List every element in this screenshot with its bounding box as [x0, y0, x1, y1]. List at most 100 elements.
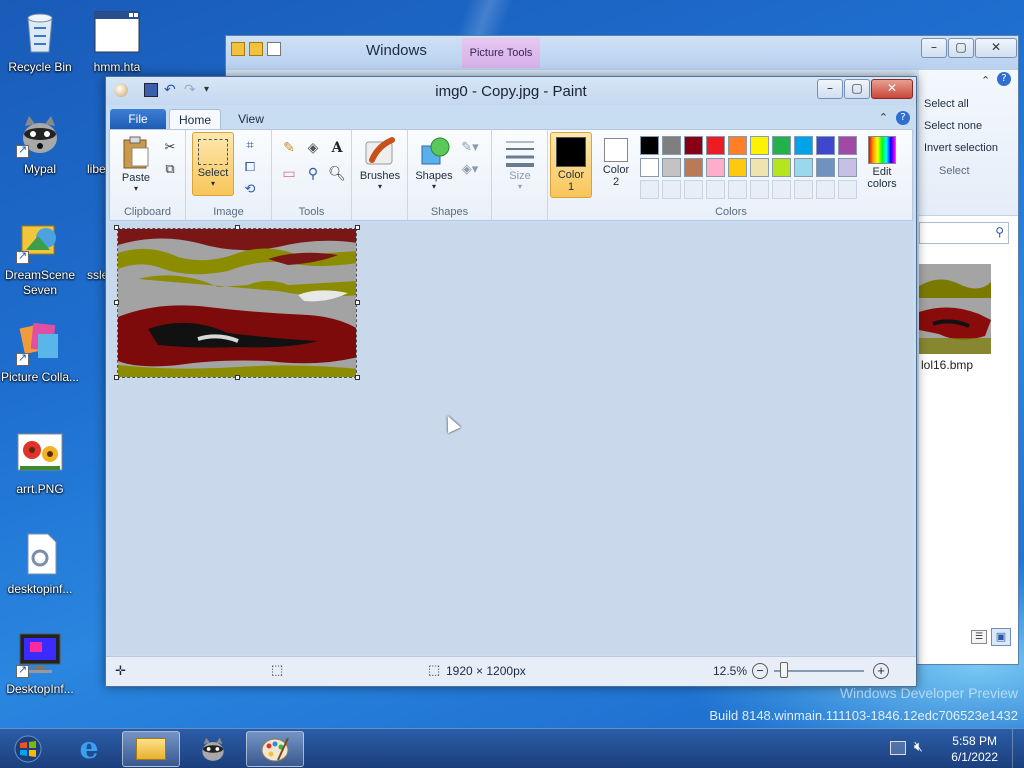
new-document-icon[interactable]	[267, 42, 281, 56]
folder-icon[interactable]	[231, 42, 245, 56]
palette-color-swatch[interactable]	[750, 136, 769, 155]
select-none-button[interactable]: Select none	[924, 120, 982, 132]
palette-custom-slot[interactable]	[772, 180, 791, 199]
palette-color-swatch[interactable]	[838, 158, 857, 177]
show-desktop-button[interactable]	[1012, 729, 1024, 768]
selection-handle-e[interactable]	[355, 300, 360, 305]
desktop-icon-hmm-hta[interactable]: hmm.hta	[77, 8, 157, 75]
selection-handle-n[interactable]	[235, 225, 240, 230]
cut-icon[interactable]: ✂	[160, 138, 180, 156]
thumbnail-lol16[interactable]	[919, 264, 991, 354]
color2-button[interactable]: Color 2	[596, 132, 636, 188]
palette-custom-slot[interactable]	[684, 180, 703, 199]
picture-tools-context-tab[interactable]: Picture Tools	[462, 38, 540, 68]
paste-dropdown-icon[interactable]: ▾	[116, 184, 156, 193]
palette-color-swatch[interactable]	[706, 136, 725, 155]
explorer-close-button[interactable]: ✕	[975, 38, 1017, 58]
shapes-dropdown-icon[interactable]: ▾	[412, 182, 456, 191]
desktop-icon-ssle[interactable]: ssle	[78, 216, 106, 283]
minimize-ribbon-icon[interactable]: ⌃	[879, 111, 888, 125]
brushes-button[interactable]: Brushes ▾	[356, 136, 404, 191]
taskbar-mypal[interactable]	[184, 731, 242, 767]
palette-color-swatch[interactable]	[640, 158, 659, 177]
canvas-image[interactable]	[117, 228, 357, 378]
select-dropdown-icon[interactable]: ▾	[193, 179, 233, 188]
desktop-icon-desktopinf-shortcut[interactable]: DesktopInf...	[0, 630, 80, 697]
paint-titlebar[interactable]: ↶ ↷ ▾ img0 - Copy.jpg - Paint – ▢ ✕	[106, 77, 916, 105]
desktop-icon-recycle-bin[interactable]: Recycle Bin	[0, 8, 80, 75]
large-icons-view-icon[interactable]: ▣	[991, 628, 1011, 646]
system-clock[interactable]: 5:58 PM 6/1/2022	[951, 733, 998, 765]
start-button[interactable]	[2, 731, 54, 767]
palette-custom-slot[interactable]	[794, 180, 813, 199]
explorer-search-box[interactable]: ⚲	[919, 222, 1009, 244]
palette-custom-slot[interactable]	[728, 180, 747, 199]
selection-handle-nw[interactable]	[114, 225, 119, 230]
fill-icon[interactable]: ◈	[302, 138, 324, 158]
help-icon[interactable]: ?	[997, 72, 1011, 86]
palette-color-swatch[interactable]	[794, 158, 813, 177]
ribbon-collapse-icon[interactable]: ⌃	[981, 74, 990, 87]
palette-color-swatch[interactable]	[662, 136, 681, 155]
palette-color-swatch[interactable]	[706, 158, 725, 177]
invert-selection-button[interactable]: Invert selection	[924, 142, 998, 154]
text-icon[interactable]: A	[326, 138, 348, 158]
palette-color-swatch[interactable]	[728, 158, 747, 177]
outline-icon[interactable]: ✎▾	[460, 138, 480, 156]
palette-color-swatch[interactable]	[750, 158, 769, 177]
network-icon[interactable]	[890, 741, 906, 755]
palette-color-swatch[interactable]	[794, 136, 813, 155]
palette-color-swatch[interactable]	[838, 136, 857, 155]
select-button[interactable]: Select ▾	[192, 132, 234, 196]
taskbar-internet-explorer[interactable]: e	[60, 731, 118, 767]
tab-file[interactable]: File	[110, 109, 166, 129]
paste-button[interactable]: Paste ▾	[116, 136, 156, 193]
brushes-dropdown-icon[interactable]: ▾	[356, 182, 404, 191]
desktop-icon-dreamscene[interactable]: DreamScene Seven	[0, 216, 80, 298]
palette-color-swatch[interactable]	[684, 136, 703, 155]
pencil-icon[interactable]: ✎	[278, 138, 300, 158]
selection-handle-s[interactable]	[235, 375, 240, 380]
paint-maximize-button[interactable]: ▢	[844, 79, 870, 99]
details-view-icon[interactable]: ☰	[971, 630, 987, 644]
palette-custom-slot[interactable]	[750, 180, 769, 199]
palette-custom-slot[interactable]	[662, 180, 681, 199]
help-icon[interactable]: ?	[896, 111, 910, 125]
edit-colors-button[interactable]: Edit colors	[860, 136, 904, 190]
taskbar-paint[interactable]	[246, 731, 304, 767]
taskbar-file-explorer[interactable]	[122, 731, 180, 767]
palette-color-swatch[interactable]	[772, 136, 791, 155]
palette-color-swatch[interactable]	[662, 158, 681, 177]
tab-view[interactable]: View	[226, 109, 276, 129]
paint-minimize-button[interactable]: –	[817, 79, 843, 99]
selection-handle-sw[interactable]	[114, 375, 119, 380]
zoom-out-icon[interactable]: −	[752, 663, 768, 679]
desktop-icon-desktopinf-file[interactable]: desktopinf...	[0, 530, 80, 597]
tab-home[interactable]: Home	[169, 109, 221, 129]
palette-custom-slot[interactable]	[706, 180, 725, 199]
rotate-icon[interactable]: ⟲	[240, 180, 260, 198]
palette-color-swatch[interactable]	[816, 136, 835, 155]
resize-icon[interactable]: ⧠	[240, 158, 260, 176]
paint-close-button[interactable]: ✕	[871, 79, 913, 99]
volume-muted-icon[interactable]: 🔇︎	[914, 739, 923, 755]
color-picker-icon[interactable]: ⚲	[302, 164, 324, 184]
explorer-maximize-button[interactable]: ▢	[948, 38, 974, 58]
selection-handle-ne[interactable]	[355, 225, 360, 230]
palette-color-swatch[interactable]	[772, 158, 791, 177]
crop-icon[interactable]: ⌗	[240, 136, 260, 154]
zoom-slider-thumb[interactable]	[780, 662, 788, 678]
eraser-icon[interactable]: ▭	[278, 164, 300, 184]
selection-handle-w[interactable]	[114, 300, 119, 305]
copy-icon[interactable]: ⧉	[160, 160, 180, 178]
shapes-button[interactable]: Shapes ▾	[412, 136, 456, 191]
palette-color-swatch[interactable]	[728, 136, 747, 155]
palette-custom-slot[interactable]	[838, 180, 857, 199]
desktop-icon-picture-collage[interactable]: Picture Colla...	[0, 318, 80, 385]
canvas-area[interactable]	[109, 223, 913, 655]
desktop-icon-libe[interactable]: libe	[78, 110, 106, 177]
explorer-minimize-button[interactable]: –	[921, 38, 947, 58]
selection-handle-se[interactable]	[355, 375, 360, 380]
paint-window[interactable]: ↶ ↷ ▾ img0 - Copy.jpg - Paint – ▢ ✕ File…	[105, 76, 917, 687]
fill-shape-icon[interactable]: ◈▾	[460, 160, 480, 178]
